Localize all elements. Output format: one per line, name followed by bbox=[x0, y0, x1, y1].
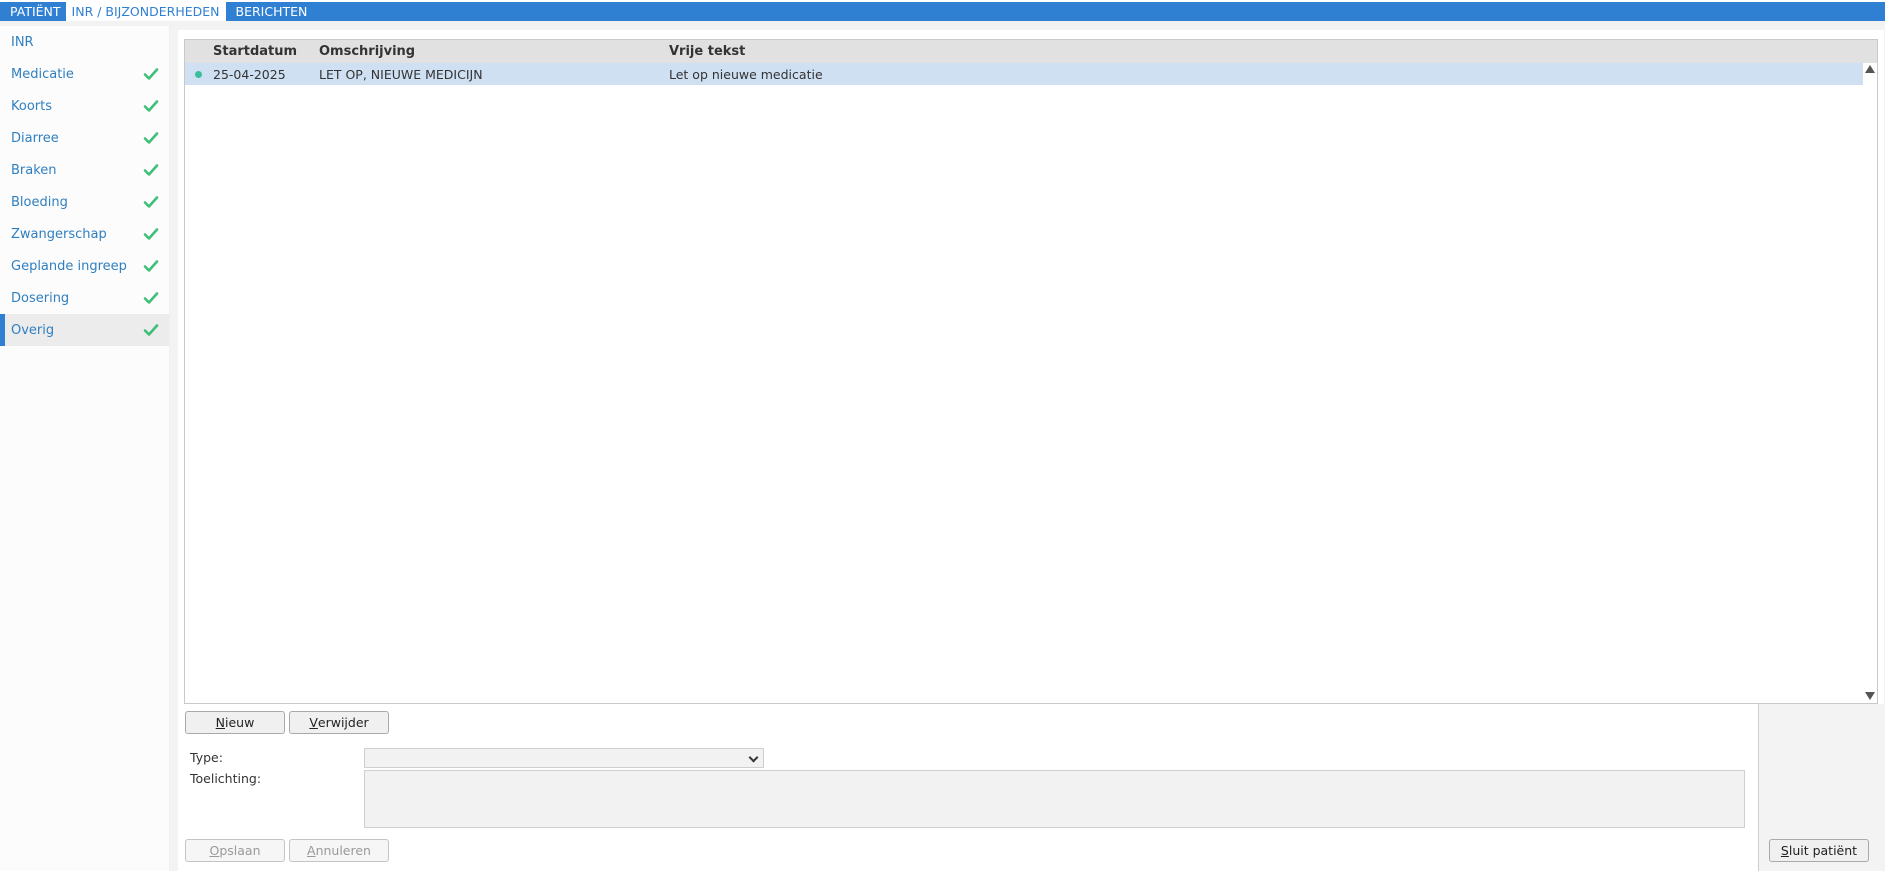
sidebar-item-label: INR bbox=[11, 34, 34, 50]
opslaan-button[interactable]: Opslaan bbox=[185, 839, 285, 862]
sidebar-item-medicatie[interactable]: Medicatie bbox=[0, 58, 169, 90]
sidebar-item-label: Koorts bbox=[11, 98, 52, 114]
sidebar-item-label: Braken bbox=[11, 162, 57, 178]
chevron-down-icon bbox=[748, 752, 759, 763]
sidebar-item-label: Overig bbox=[11, 322, 55, 338]
check-icon bbox=[143, 132, 159, 144]
check-icon bbox=[143, 164, 159, 176]
type-label: Type: bbox=[190, 750, 223, 765]
column-header-omschrijving[interactable]: Omschrijving bbox=[319, 44, 415, 59]
check-icon bbox=[143, 228, 159, 240]
sidebar-item-koorts[interactable]: Koorts bbox=[0, 90, 169, 122]
scroll-up-arrow-icon[interactable] bbox=[1865, 65, 1875, 73]
bijzonderheden-grid: Startdatum Omschrijving Vrije tekst 25-0… bbox=[184, 39, 1878, 704]
toelichting-label: Toelichting: bbox=[190, 771, 262, 786]
status-dot-icon bbox=[195, 71, 202, 78]
sidebar-item-label: Bloeding bbox=[11, 194, 68, 210]
sidebar-item-label: Dosering bbox=[11, 290, 70, 306]
sidebar-item-label: Zwangerschap bbox=[11, 226, 107, 242]
toelichting-textarea[interactable] bbox=[364, 770, 1745, 828]
sluit-label: luit patiënt bbox=[1788, 843, 1858, 858]
check-icon bbox=[143, 260, 159, 272]
sidebar-item-dosering[interactable]: Dosering bbox=[0, 282, 169, 314]
nieuw-hotkey-letter: N bbox=[215, 715, 226, 730]
annuleren-hotkey-letter: A bbox=[307, 843, 316, 858]
check-icon bbox=[143, 68, 159, 80]
annuleren-button[interactable]: Annuleren bbox=[289, 839, 389, 862]
sidebar-item-diarree[interactable]: Diarree bbox=[0, 122, 169, 154]
check-icon bbox=[143, 292, 159, 304]
type-select[interactable] bbox=[364, 748, 764, 768]
sidebar-item-label: Medicatie bbox=[11, 66, 74, 82]
sluit-patient-button[interactable]: Sluit patiënt bbox=[1769, 839, 1869, 862]
cell-vrije-tekst: Let op nieuwe medicatie bbox=[669, 67, 823, 82]
column-header-vrije-tekst[interactable]: Vrije tekst bbox=[669, 44, 745, 59]
sidebar-item-inr[interactable]: INR bbox=[0, 26, 169, 58]
sidebar-item-overig[interactable]: Overig bbox=[0, 314, 169, 346]
grid-header: Startdatum Omschrijving Vrije tekst bbox=[185, 40, 1877, 63]
sidebar-item-label: Diarree bbox=[11, 130, 59, 146]
cell-startdatum: 25-04-2025 bbox=[213, 67, 286, 82]
opslaan-label: pslaan bbox=[219, 843, 261, 858]
tab-patient[interactable]: PATIËNT bbox=[0, 2, 66, 21]
verwijder-button[interactable]: Verwijder bbox=[289, 711, 389, 734]
sidebar-item-geplande-ingreep[interactable]: Geplande ingreep bbox=[0, 250, 169, 282]
nieuw-label: ieuw bbox=[225, 715, 255, 730]
nieuw-button[interactable]: Nieuw bbox=[185, 711, 285, 734]
sluit-hotkey-letter: S bbox=[1780, 843, 1789, 858]
sidebar-item-braken[interactable]: Braken bbox=[0, 154, 169, 186]
check-icon bbox=[143, 324, 159, 336]
sidebar: INR Medicatie Koorts Diarree Braken Bloe… bbox=[0, 26, 170, 871]
check-icon bbox=[143, 100, 159, 112]
tab-inr-bijzonderheden[interactable]: INR / BIJZONDERHEDEN bbox=[65, 2, 226, 21]
verwijder-label: erwijder bbox=[317, 715, 369, 730]
top-tab-bar: PATIËNT INR / BIJZONDERHEDEN BERICHTEN bbox=[0, 2, 1885, 21]
cell-omschrijving: LET OP, NIEUWE MEDICIJN bbox=[319, 67, 483, 82]
table-row[interactable]: 25-04-2025 LET OP, NIEUWE MEDICIJN Let o… bbox=[185, 63, 1863, 85]
verwijder-hotkey-letter: V bbox=[309, 715, 318, 730]
check-icon bbox=[143, 196, 159, 208]
sidebar-item-bloeding[interactable]: Bloeding bbox=[0, 186, 169, 218]
scroll-down-arrow-icon[interactable] bbox=[1865, 692, 1875, 700]
column-header-startdatum[interactable]: Startdatum bbox=[213, 44, 297, 59]
sidebar-item-label: Geplande ingreep bbox=[11, 258, 127, 274]
tab-berichten[interactable]: BERICHTEN bbox=[226, 2, 313, 21]
opslaan-hotkey-letter: O bbox=[209, 843, 220, 858]
annuleren-label: nnuleren bbox=[315, 843, 371, 858]
sidebar-item-zwangerschap[interactable]: Zwangerschap bbox=[0, 218, 169, 250]
